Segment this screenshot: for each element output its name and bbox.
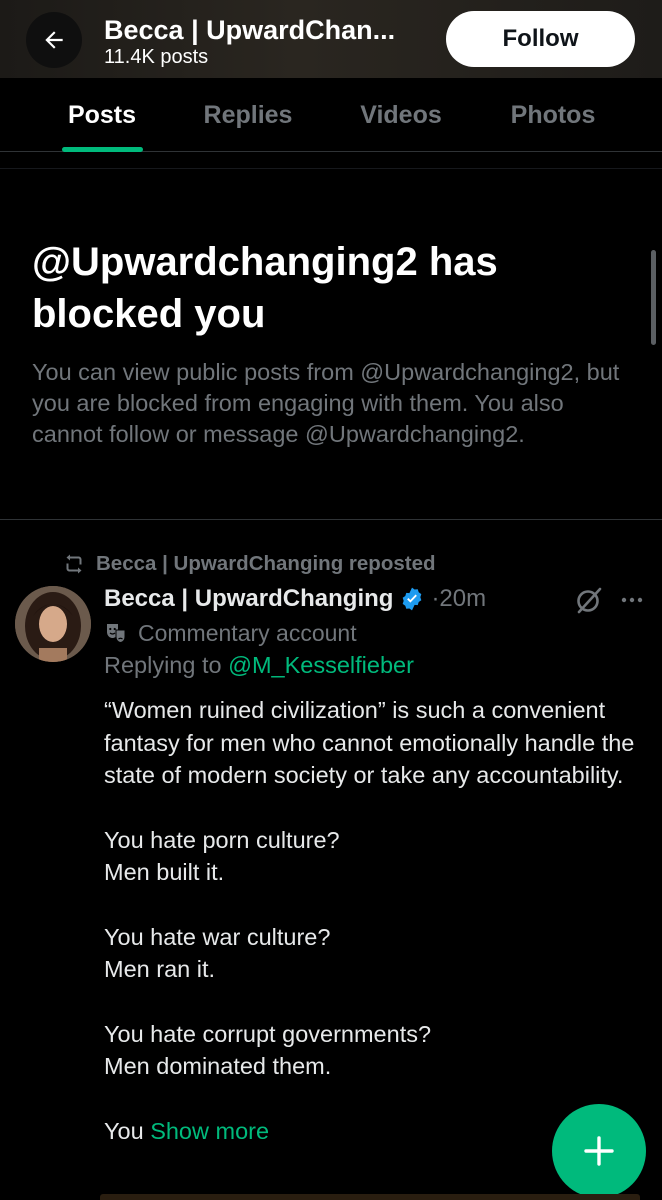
arrow-left-icon: [45, 31, 63, 49]
post-count: 11.4K posts: [104, 46, 209, 68]
avatar[interactable]: [15, 586, 91, 662]
post-paragraph: You hate corrupt governments? Men domina…: [104, 1020, 432, 1080]
tab-videos[interactable]: Videos: [348, 78, 454, 152]
profile-page: Becca | UpwardChan... 11.4K posts Follow…: [0, 0, 662, 1200]
repost-label: Becca | UpwardChanging reposted: [96, 552, 436, 575]
compose-button[interactable]: [552, 1104, 646, 1198]
post-author-name[interactable]: Becca | UpwardChanging: [104, 585, 393, 613]
back-button[interactable]: [26, 12, 82, 68]
verified-badge-icon: [403, 587, 422, 611]
plus-icon: [584, 1136, 614, 1166]
profile-header: Becca | UpwardChan... 11.4K posts Follow: [0, 0, 662, 78]
blocked-description: You can view public posts from @Upwardch…: [32, 359, 620, 447]
tab-posts[interactable]: Posts: [52, 78, 152, 152]
account-label: Commentary account: [104, 618, 357, 648]
divider: [0, 168, 662, 169]
tab-photos[interactable]: Photos: [497, 78, 609, 152]
post-paragraph: You hate war culture? Men ran it.: [104, 923, 331, 983]
header-title-block: Becca | UpwardChan... 11.4K posts: [104, 14, 424, 68]
follow-button[interactable]: Follow: [446, 11, 635, 67]
post-paragraph: “Women ruined civilization” is such a co…: [104, 697, 635, 788]
more-options-icon[interactable]: [617, 588, 647, 612]
post-author-row: Becca | UpwardChanging ·20m: [104, 582, 486, 616]
profile-tabs: Posts Replies Videos Photos: [0, 78, 662, 152]
replying-prefix: Replying to: [104, 652, 229, 678]
repost-icon: [66, 554, 82, 574]
truncated-text: You: [104, 1117, 151, 1144]
post-paragraph: You hate porn culture? Men built it.: [104, 826, 340, 886]
active-tab-indicator: [62, 147, 143, 152]
divider: [0, 519, 662, 520]
account-label-text: Commentary account: [138, 619, 357, 646]
replying-to: Replying to @M_Kesselfieber: [104, 652, 414, 682]
replying-to-mention[interactable]: @M_Kesselfieber: [228, 652, 414, 678]
scrollbar[interactable]: [651, 250, 656, 345]
show-more-link[interactable]: Show more: [150, 1118, 269, 1144]
bottom-edge: [100, 1194, 640, 1200]
post-body[interactable]: “Women ruined civilization” is such a co…: [104, 694, 649, 1179]
repost-indicator[interactable]: Becca | UpwardChanging reposted: [62, 548, 436, 580]
profile-title: Becca | UpwardChan...: [104, 15, 396, 45]
post-timestamp[interactable]: ·20m: [431, 585, 486, 613]
theater-masks-icon: [107, 624, 126, 644]
avatar-image: [15, 586, 91, 662]
tab-replies[interactable]: Replies: [192, 78, 304, 152]
blocked-heading: @Upwardchanging2 has blocked you: [32, 240, 498, 336]
grok-icon[interactable]: [574, 585, 604, 615]
